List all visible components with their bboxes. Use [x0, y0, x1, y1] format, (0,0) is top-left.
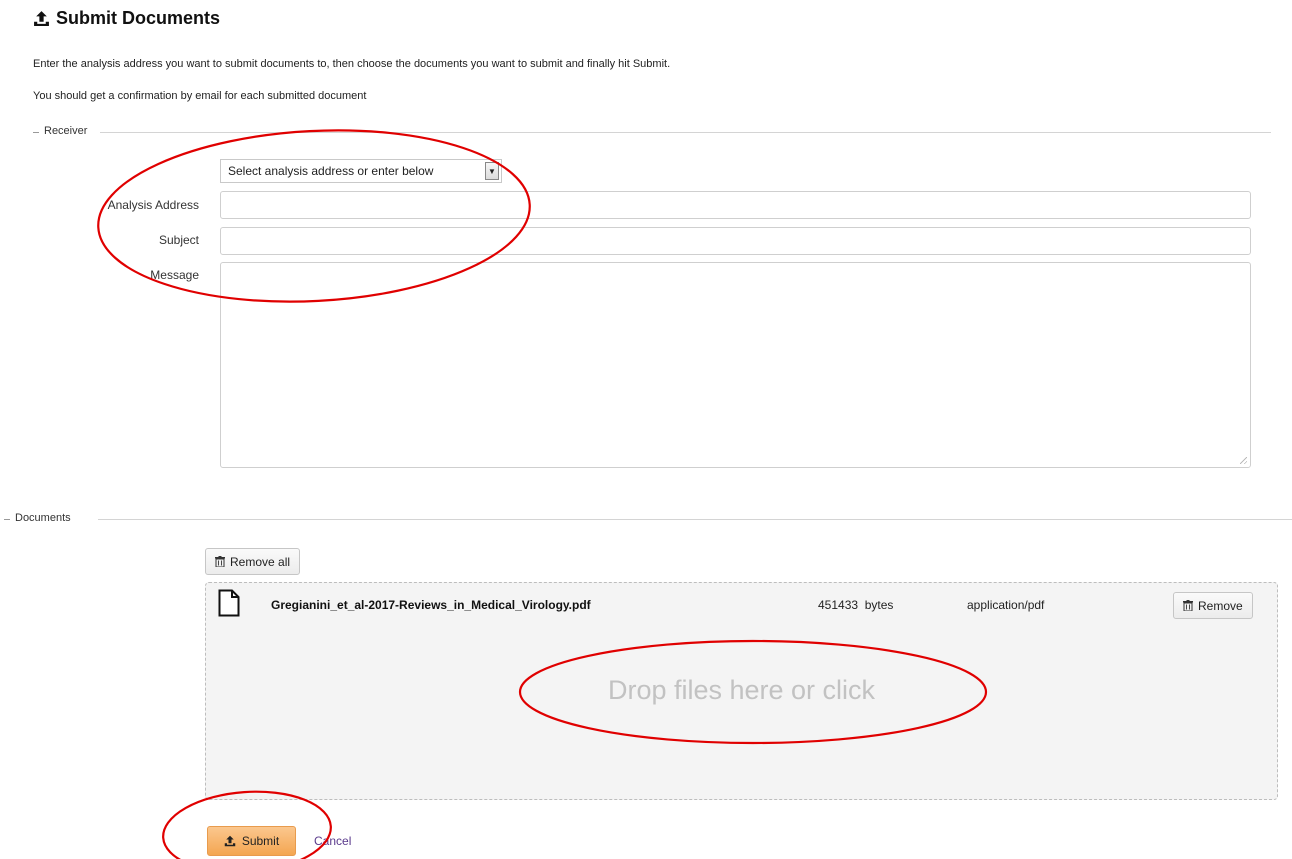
message-textarea[interactable]	[220, 262, 1251, 468]
remove-file-button[interactable]: Remove	[1173, 592, 1253, 619]
documents-legend: Documents	[11, 512, 75, 524]
resize-grip-icon[interactable]	[1240, 457, 1247, 464]
file-dropzone[interactable]: Gregianini_et_al-2017-Reviews_in_Medical…	[205, 582, 1278, 800]
subject-label: Subject	[158, 233, 199, 247]
analysis-address-select-value: Select analysis address or enter below	[228, 164, 434, 178]
file-icon	[218, 589, 240, 617]
cancel-link[interactable]: Cancel	[314, 834, 351, 848]
analysis-address-select[interactable]: Select analysis address or enter below ▼	[220, 159, 502, 183]
upload-icon	[34, 11, 49, 26]
documents-divider	[98, 519, 1292, 520]
page-title-text: Submit Documents	[56, 8, 221, 28]
receiver-legend-dash	[33, 132, 39, 133]
file-size: 451433 bytes	[818, 598, 894, 612]
remove-all-label: Remove all	[230, 554, 291, 569]
intro-text: Enter the analysis address you want to s…	[33, 58, 671, 70]
documents-legend-dash	[4, 519, 10, 520]
confirmation-note: You should get a confirmation by email f…	[33, 90, 367, 102]
trash-icon	[215, 556, 225, 567]
remove-all-button[interactable]: Remove all	[205, 548, 301, 575]
submit-button[interactable]: Submit	[207, 826, 296, 856]
file-name: Gregianini_et_al-2017-Reviews_in_Medical…	[271, 598, 591, 612]
trash-icon	[1183, 600, 1193, 611]
remove-file-label: Remove	[1198, 598, 1243, 613]
receiver-legend: Receiver	[40, 125, 92, 137]
analysis-address-input[interactable]	[220, 191, 1251, 219]
analysis-address-label: Analysis Address	[107, 198, 199, 212]
page-title: Submit Documents	[33, 8, 220, 29]
receiver-divider	[100, 132, 1271, 133]
chevron-down-icon[interactable]: ▼	[485, 162, 499, 180]
message-label: Message	[150, 268, 199, 282]
drop-hint: Drop files here or click	[607, 675, 876, 705]
subject-input[interactable]	[220, 227, 1251, 255]
submit-label: Submit	[241, 834, 280, 848]
upload-icon	[224, 835, 236, 847]
file-type: application/pdf	[967, 598, 1045, 612]
